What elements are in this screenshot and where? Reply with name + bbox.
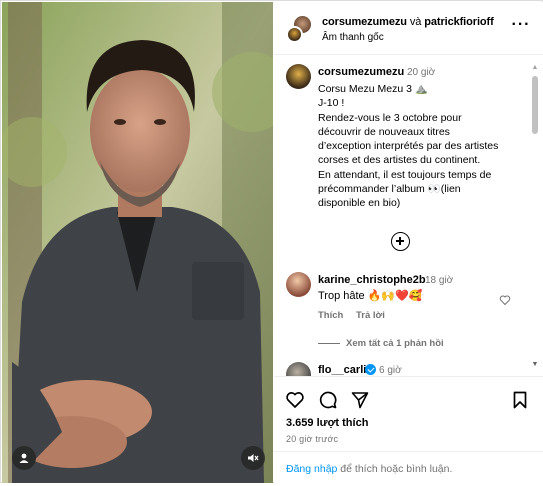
comment-text: Trop hâte 🔥🙌❤️🥰 (318, 290, 423, 302)
caption-line: Rendez-vous le 3 octobre pour (318, 111, 462, 124)
collab-avatars[interactable] (286, 16, 311, 43)
comment-username[interactable]: karine_christophe2b (318, 274, 426, 286)
comment-icon[interactable] (318, 390, 338, 410)
comment-timestamp[interactable]: 6 giờ (379, 365, 402, 376)
comment-actions: Thích Trả lời (318, 310, 395, 321)
share-icon[interactable] (350, 390, 370, 410)
view-replies-button[interactable]: Xem tất cả 1 phản hồi (318, 338, 444, 349)
login-link[interactable]: Đăng nhập (286, 463, 337, 475)
load-more-comments-button[interactable] (391, 232, 410, 251)
heart-icon[interactable] (499, 294, 511, 306)
caption-line: Corsu Mezu Mezu 3 ⛰️ (318, 83, 428, 95)
mute-button[interactable] (241, 446, 265, 470)
bookmark-icon[interactable] (510, 390, 530, 410)
muted-speaker-icon (248, 454, 259, 462)
post-media[interactable] (2, 2, 273, 483)
caption-line: précommander l’album 👀(lien (318, 183, 461, 196)
like-comment-button[interactable]: Thích (318, 310, 343, 321)
more-options-button[interactable]: ··· (511, 17, 531, 36)
caption-username[interactable]: corsumezumezu (318, 66, 404, 78)
login-prompt: Đăng nhập để thích hoặc bình luận. (274, 451, 543, 485)
caption-line: d’exception interprétés par des artistes (318, 140, 499, 153)
username-link[interactable]: corsumezumezu (322, 16, 407, 28)
more-horizontal-icon: ··· (511, 16, 531, 33)
caption-line: corses et des artistes du continent. (318, 154, 481, 167)
post-photo (2, 2, 273, 483)
caption-timestamp[interactable]: 20 giờ (407, 67, 435, 78)
collab-usernames: corsumezumezu và patrickfiorioff (322, 16, 494, 28)
verified-badge-icon (365, 364, 376, 375)
divider (318, 342, 340, 344)
comment-username[interactable]: flo__carli (318, 364, 366, 376)
caption-line: En attendant, il est toujours temps de (318, 168, 492, 181)
tagged-users-button[interactable] (12, 446, 36, 470)
comments-scrollbar[interactable]: ▲ ▼ (531, 64, 539, 376)
user-icon (19, 453, 29, 463)
comment-timestamp[interactable]: 18 giờ (425, 275, 453, 286)
audio-link[interactable]: Âm thanh gốc (322, 32, 384, 43)
avatar[interactable] (286, 362, 311, 376)
scroll-down-arrow-icon[interactable]: ▼ (531, 361, 539, 369)
reply-button[interactable]: Trả lời (356, 310, 385, 321)
view-replies-label: Xem tất cả 1 phản hồi (346, 338, 444, 349)
caption-line: J-10 ! (318, 97, 345, 110)
post-panel: corsumezumezu và patrickfiorioff Âm than… (274, 2, 543, 483)
post-timestamp[interactable]: 20 giờ trước (286, 434, 338, 444)
scroll-thumb[interactable] (532, 76, 538, 134)
likes-count[interactable]: 3.659 lượt thích (286, 417, 368, 429)
caption-text: Corsu Mezu Mezu 3 ⛰️ J-10 ! Rendez-vous … (318, 82, 530, 211)
avatar[interactable] (286, 64, 311, 89)
scroll-up-arrow-icon[interactable]: ▲ (531, 64, 539, 72)
avatar[interactable] (286, 272, 311, 297)
heart-icon[interactable] (285, 390, 305, 410)
joiner-text: và (409, 16, 422, 28)
post-actions: 3.659 lượt thích 20 giờ trước Đăng nhập … (274, 376, 543, 486)
avatar (286, 26, 303, 43)
comments-area: corsumezumezu 20 giờ Corsu Mezu Mezu 3 ⛰… (274, 56, 543, 376)
post-dialog: corsumezumezu và patrickfiorioff Âm than… (0, 0, 543, 483)
post-header: corsumezumezu và patrickfiorioff Âm than… (274, 2, 543, 55)
caption-line: découvrir de nouveaux titres (318, 125, 450, 138)
login-prompt-text: để thích hoặc bình luận. (337, 463, 453, 475)
username-link[interactable]: patrickfiorioff (424, 16, 494, 28)
caption-line: disponible en bio) (318, 197, 401, 210)
